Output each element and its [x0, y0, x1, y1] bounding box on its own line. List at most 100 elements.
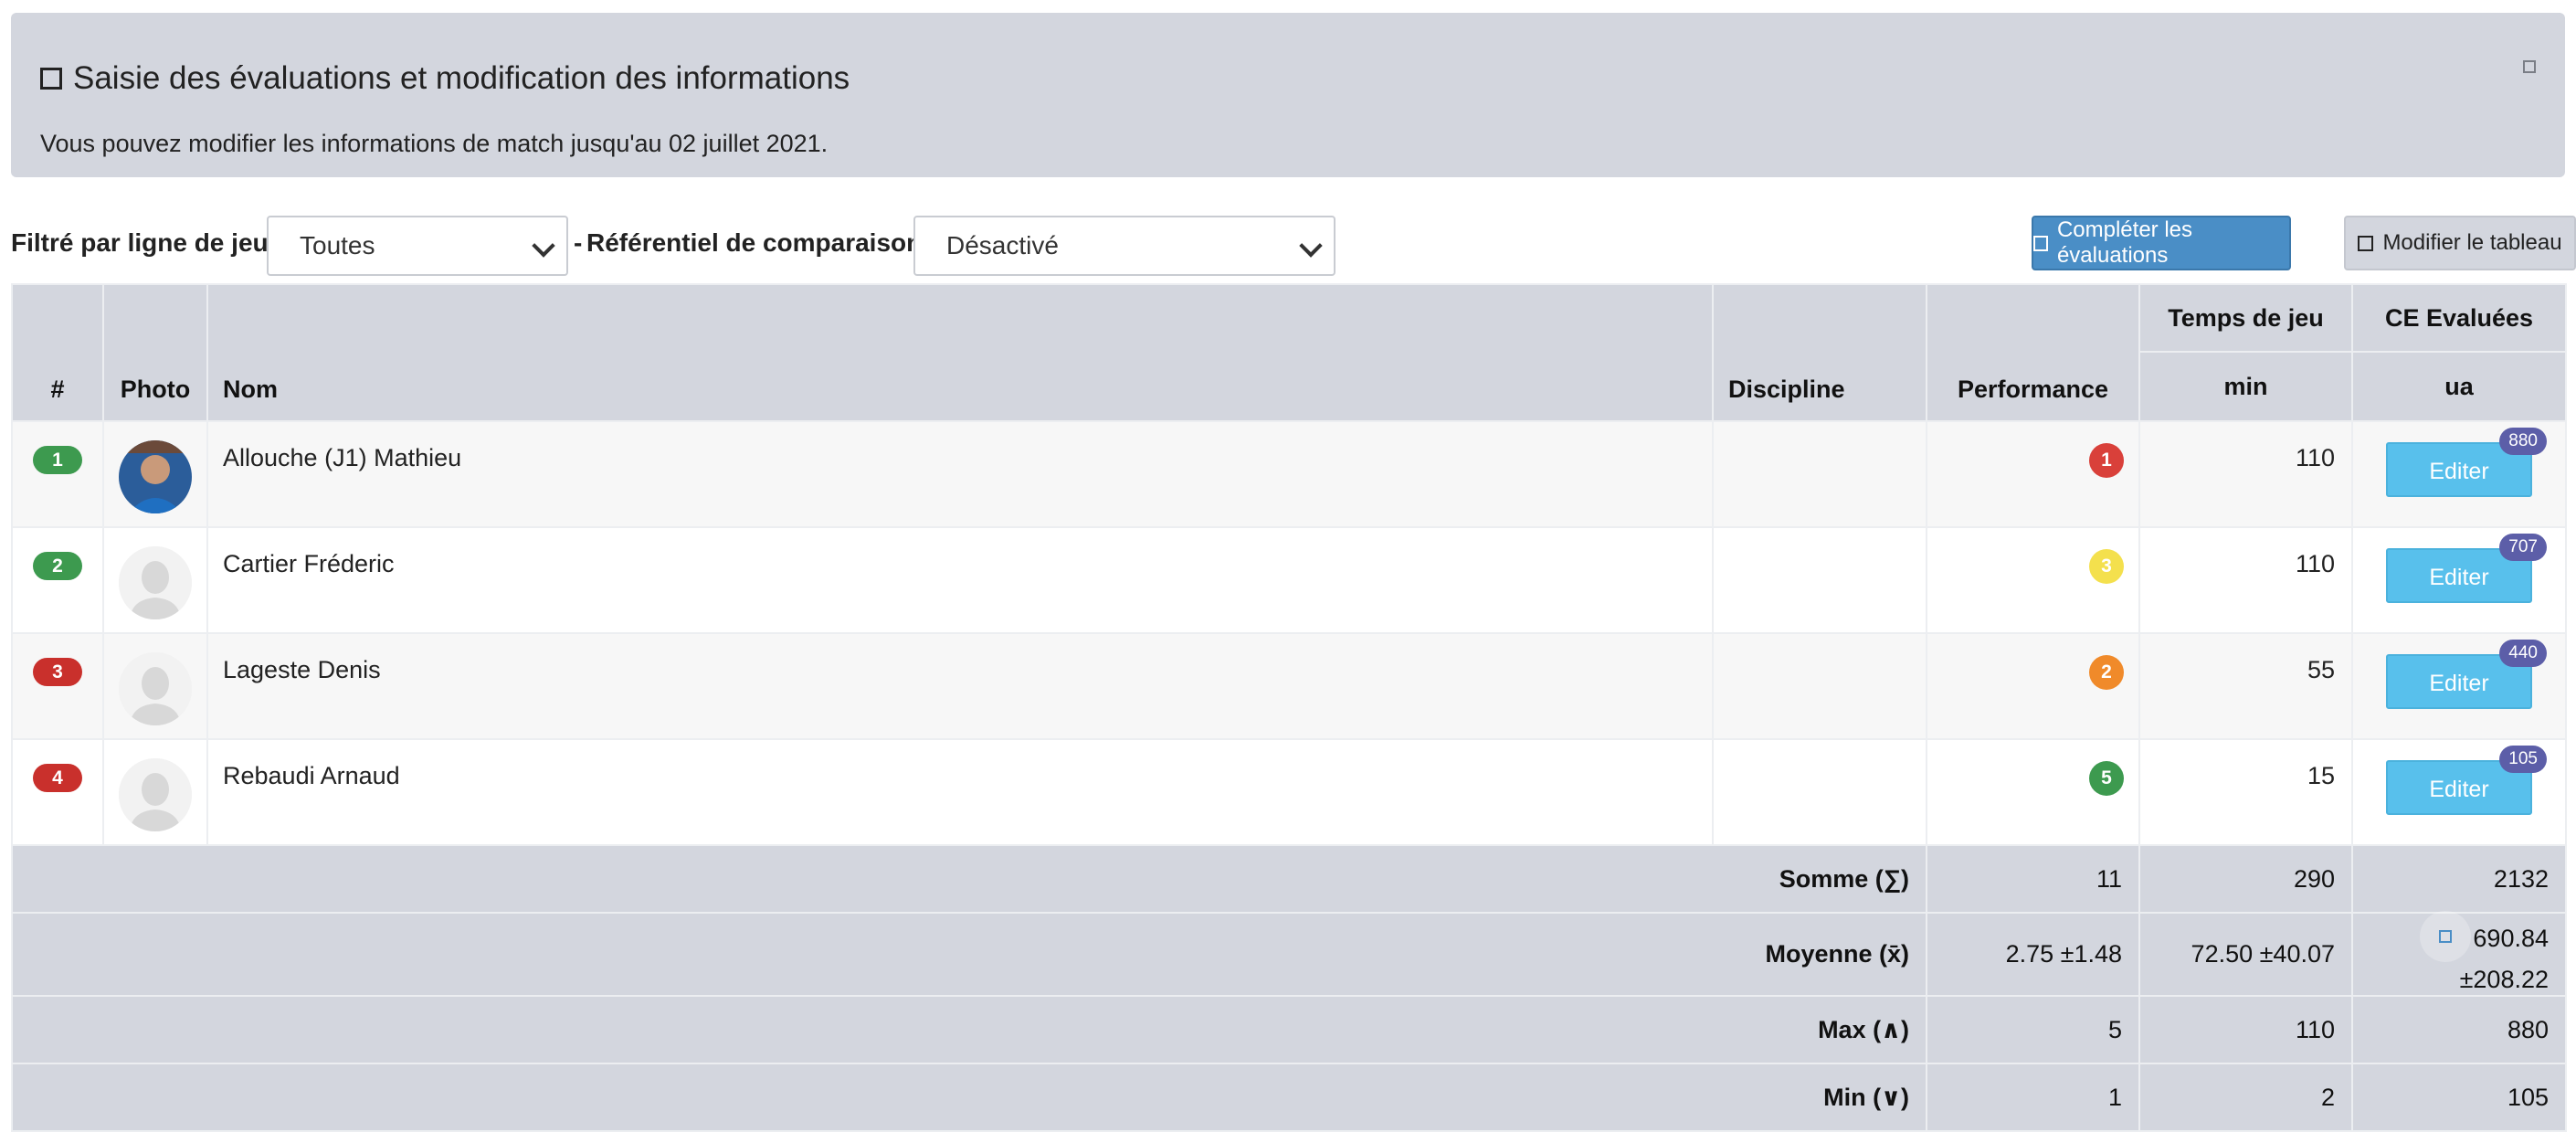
photo-cell — [102, 526, 208, 634]
player-photo-icon — [119, 440, 192, 513]
row-number-cell: 1 — [11, 420, 104, 528]
edit-button[interactable]: Editer 880 — [2386, 428, 2547, 497]
player-name[interactable]: Cartier Fréderic — [206, 526, 1714, 634]
edit-button-label: Editer — [2429, 777, 2489, 802]
summary-time: 290 — [2138, 844, 2353, 914]
discipline-cell — [1712, 632, 1927, 740]
user-silhouette-icon — [119, 758, 192, 831]
line-filter-value: Toutes — [300, 231, 375, 259]
col-playtime-unit: min — [2138, 351, 2353, 422]
row-number-badge: 3 — [33, 658, 82, 686]
summary-ce: 2132 — [2351, 844, 2567, 914]
user-silhouette-icon — [119, 652, 192, 725]
chevron-down-icon — [1299, 234, 1323, 258]
performance-cell: 3 — [1926, 526, 2140, 634]
photo-cell — [102, 420, 208, 528]
col-name[interactable]: Nom — [206, 283, 1714, 422]
square-icon — [2033, 235, 2048, 251]
summary-label: Min (∨) — [11, 1063, 1927, 1132]
square-icon[interactable] — [2420, 911, 2472, 962]
summary-ce: 105 — [2351, 1063, 2567, 1132]
row-number-cell: 4 — [11, 738, 104, 846]
avatar[interactable] — [119, 758, 192, 831]
table-row[interactable]: 3 Lageste Denis 2 55 Editer 440 — [11, 632, 2567, 740]
ref-filter-value: Désactivé — [946, 231, 1059, 259]
avatar[interactable] — [119, 440, 192, 513]
player-name[interactable]: Rebaudi Arnaud — [206, 738, 1714, 846]
ce-count-badge: 880 — [2499, 428, 2547, 455]
col-number[interactable]: # — [11, 283, 104, 422]
performance-badge: 3 — [2089, 549, 2124, 584]
col-ce[interactable]: CE Evaluées — [2351, 283, 2567, 353]
summary-label: Max (∧) — [11, 995, 1927, 1064]
performance-badge: 1 — [2089, 443, 2124, 478]
panel-subtitle: Vous pouvez modifier les informations de… — [40, 130, 829, 157]
ref-filter-label: Référentiel de comparaison : — [586, 228, 938, 257]
summary-row: Min (∨) 1 2 105 — [11, 1063, 2567, 1132]
user-silhouette-icon — [119, 546, 192, 619]
edit-button-label: Editer — [2429, 565, 2489, 590]
table-row[interactable]: 4 Rebaudi Arnaud 5 15 Editer 105 — [11, 738, 2567, 846]
playtime-cell: 110 — [2138, 420, 2353, 528]
performance-cell: 1 — [1926, 420, 2140, 528]
performance-cell: 2 — [1926, 632, 2140, 740]
col-discipline[interactable]: Discipline — [1712, 283, 1927, 422]
panel-title-text: Saisie des évaluations et modification d… — [73, 60, 850, 96]
col-photo[interactable]: Photo — [102, 283, 208, 422]
avatar[interactable] — [119, 546, 192, 619]
chevron-down-icon — [532, 234, 555, 258]
summary-ce: 690.84 ±208.22 — [2351, 911, 2567, 997]
collapse-icon[interactable] — [2523, 60, 2536, 78]
player-name[interactable]: Allouche (J1) Mathieu — [206, 420, 1714, 528]
summary-time: 110 — [2138, 995, 2353, 1064]
modify-table-label: Modifier le tableau — [2382, 230, 2562, 255]
photo-cell — [102, 738, 208, 846]
playtime-cell: 110 — [2138, 526, 2353, 634]
filter-separator: - — [574, 228, 583, 257]
summary-perf: 1 — [1926, 1063, 2140, 1132]
discipline-cell — [1712, 738, 1927, 846]
row-number-badge: 1 — [33, 446, 82, 474]
summary-label: Moyenne (x̄) — [11, 912, 1927, 997]
col-performance[interactable]: Performance — [1926, 283, 2140, 422]
panel-title: Saisie des évaluations et modification d… — [40, 60, 850, 97]
summary-row: Moyenne (x̄) 2.75 ±1.48 72.50 ±40.07 690.84… — [11, 911, 2567, 997]
row-number-cell: 3 — [11, 632, 104, 740]
line-filter-select[interactable]: Toutes — [267, 216, 568, 276]
complete-evaluations-button[interactable]: Compléter les évaluations — [2032, 216, 2291, 270]
modify-table-button[interactable]: Modifier le tableau — [2344, 216, 2576, 270]
edit-button-label: Editer — [2429, 671, 2489, 696]
avatar[interactable] — [119, 652, 192, 725]
edit-button-label: Editer — [2429, 459, 2489, 484]
ce-cell: Editer 707 — [2351, 526, 2567, 634]
playtime-cell: 15 — [2138, 738, 2353, 846]
summary-perf: 5 — [1926, 995, 2140, 1064]
row-number-badge: 4 — [33, 764, 82, 792]
ce-count-badge: 440 — [2499, 640, 2547, 667]
square-icon — [2523, 60, 2536, 73]
edit-button[interactable]: Editer 440 — [2386, 640, 2547, 709]
ref-filter-select[interactable]: Désactivé — [913, 216, 1336, 276]
discipline-cell — [1712, 526, 1927, 634]
table-row[interactable]: 1 Allouche (J1) Mathieu 1 110 Editer 880 — [11, 420, 2567, 528]
line-filter-label: Filtré par ligne de jeu : — [11, 228, 284, 257]
col-playtime[interactable]: Temps de jeu — [2138, 283, 2353, 353]
square-icon — [2358, 235, 2374, 251]
summary-time: 72.50 ±40.07 — [2138, 912, 2353, 997]
edit-button[interactable]: Editer 105 — [2386, 746, 2547, 815]
summary-row: Max (∧) 5 110 880 — [11, 995, 2567, 1064]
ce-cell: Editer 880 — [2351, 420, 2567, 528]
col-ce-unit: ua — [2351, 351, 2567, 422]
filter-bar: Filtré par ligne de jeu : Toutes - Référ… — [11, 216, 2576, 278]
summary-label: Somme (∑) — [11, 844, 1927, 914]
ce-cell: Editer 105 — [2351, 738, 2567, 846]
summary-perf: 11 — [1926, 844, 2140, 914]
row-number-badge: 2 — [33, 552, 82, 580]
player-name[interactable]: Lageste Denis — [206, 632, 1714, 740]
summary-perf: 2.75 ±1.48 — [1926, 912, 2140, 997]
summary-row: Somme (∑) 11 290 2132 — [11, 844, 2567, 914]
summary-time: 2 — [2138, 1063, 2353, 1132]
playtime-cell: 55 — [2138, 632, 2353, 740]
edit-button[interactable]: Editer 707 — [2386, 534, 2547, 603]
table-row[interactable]: 2 Cartier Fréderic 3 110 Editer 707 — [11, 526, 2567, 634]
